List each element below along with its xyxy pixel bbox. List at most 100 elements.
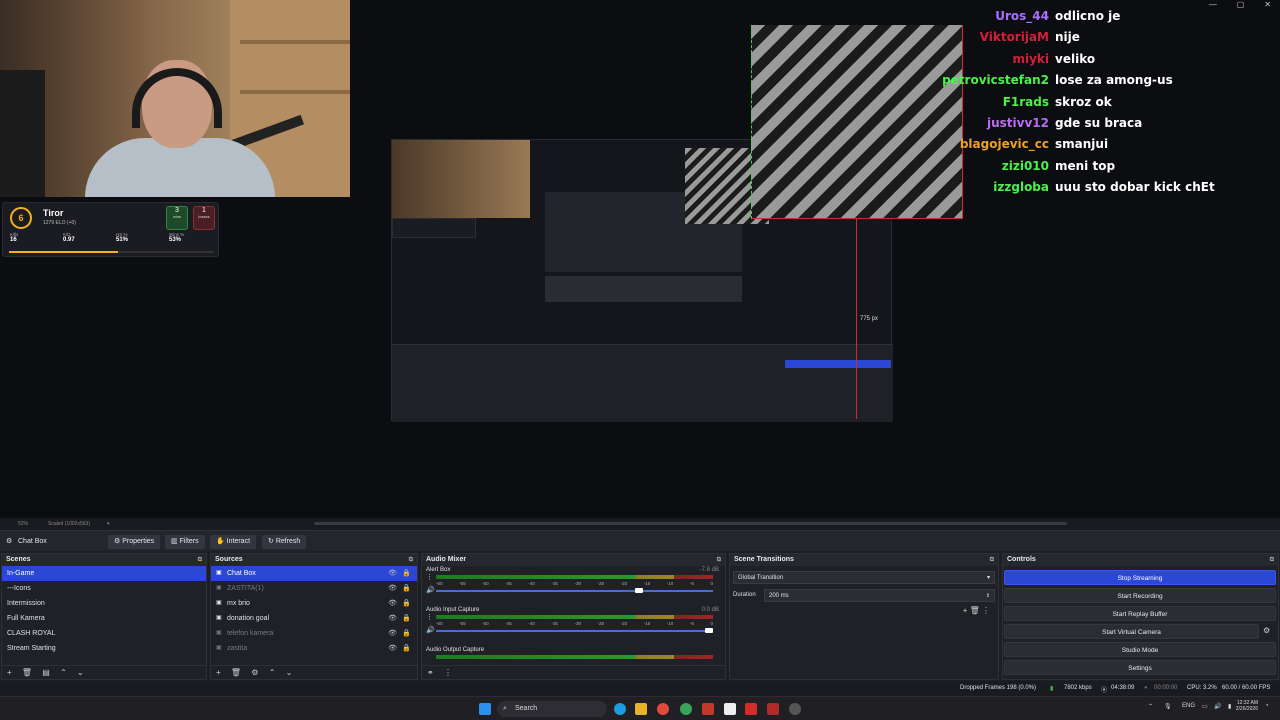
notepad-icon[interactable] bbox=[724, 703, 736, 715]
source-item[interactable]: ▣ telefon kamera 👁 🔒 bbox=[211, 626, 417, 641]
source-item[interactable]: ▣ mx brio 👁 🔒 bbox=[211, 596, 417, 611]
zoom-level[interactable]: 52% bbox=[18, 521, 28, 527]
zoom-dropdown-icon[interactable]: ▾ bbox=[107, 521, 110, 527]
tray-overflow-icon[interactable]: ⌃ bbox=[1148, 703, 1153, 710]
undock-icon[interactable]: ⧉ bbox=[717, 554, 721, 566]
scene-item[interactable]: Stream Starting bbox=[2, 641, 206, 656]
lock-icon[interactable]: 🔒 bbox=[402, 581, 411, 596]
start-replay-buffer-button[interactable]: Start Replay Buffer bbox=[1004, 606, 1276, 621]
volume-slider-handle[interactable] bbox=[705, 628, 713, 633]
settings-button[interactable]: Settings bbox=[1004, 660, 1276, 675]
dropped-frames: Dropped Frames 198 (0.0%) bbox=[960, 685, 1037, 691]
speaker-icon[interactable]: 🔊 bbox=[1214, 703, 1221, 710]
start-recording-button[interactable]: Start Recording bbox=[1004, 588, 1276, 603]
taskbar-search[interactable]: ⌕ Search bbox=[497, 701, 607, 717]
visibility-icon[interactable]: 👁 bbox=[388, 641, 397, 656]
scene-item[interactable]: CLASH ROYAL bbox=[2, 626, 206, 641]
add-source-button[interactable]: + bbox=[216, 668, 221, 677]
network-icon[interactable]: ▭ bbox=[1202, 703, 1208, 710]
lock-icon[interactable]: 🔒 bbox=[402, 596, 411, 611]
volume-slider-handle[interactable] bbox=[635, 588, 644, 593]
undock-icon[interactable]: ⧉ bbox=[198, 554, 202, 566]
battery-icon[interactable]: ▮ bbox=[1228, 703, 1231, 710]
scene-filters-button[interactable]: ▤ bbox=[42, 668, 50, 677]
mixer-menu-icon[interactable]: ⋮ bbox=[444, 668, 452, 677]
lock-icon[interactable]: 🔒 bbox=[402, 611, 411, 626]
mute-icon[interactable]: 🔊 bbox=[426, 626, 435, 634]
source-item[interactable]: ▣ donation goal 👁 🔒 bbox=[211, 611, 417, 626]
scene-item[interactable]: Intermission bbox=[2, 596, 206, 611]
track-menu-icon[interactable]: ⋮ bbox=[426, 613, 433, 621]
close-app-icon[interactable] bbox=[745, 703, 757, 715]
volume-slider[interactable] bbox=[436, 588, 713, 593]
file-explorer-icon[interactable] bbox=[635, 703, 647, 715]
source-item[interactable]: ▣ ZASTITA(1) 👁 🔒 bbox=[211, 581, 417, 596]
scene-item[interactable]: Full Kamera bbox=[2, 611, 206, 626]
lock-icon[interactable]: 🔒 bbox=[402, 626, 411, 641]
move-down-button[interactable]: ⌄ bbox=[77, 668, 84, 677]
windows-start-icon[interactable] bbox=[479, 703, 491, 715]
refresh-button[interactable]: ↻ Refresh bbox=[262, 535, 307, 549]
stop-streaming-button[interactable]: Stop Streaming bbox=[1004, 570, 1276, 585]
chrome-icon[interactable] bbox=[657, 703, 669, 715]
clock[interactable]: 12:32 AM 2/26/2026 bbox=[1232, 700, 1258, 712]
start-virtual-camera-button[interactable]: Start Virtual Camera bbox=[1004, 624, 1259, 639]
mute-icon[interactable]: 🔊 bbox=[426, 586, 435, 594]
move-down-button[interactable]: ⌄ bbox=[286, 668, 293, 677]
edge-icon[interactable] bbox=[614, 703, 626, 715]
source-properties-button[interactable]: ⚙ bbox=[251, 668, 258, 677]
visibility-icon[interactable]: 👁 bbox=[388, 581, 397, 596]
visibility-icon[interactable]: 👁 bbox=[388, 626, 397, 641]
virtual-camera-settings-icon[interactable]: ⚙ bbox=[1263, 626, 1270, 635]
lock-icon[interactable]: 🔒 bbox=[402, 566, 411, 581]
source-item[interactable]: ▣ Chat Box 👁 🔒 bbox=[211, 566, 417, 581]
webcam-source[interactable] bbox=[0, 0, 350, 197]
close-button[interactable]: ✕ bbox=[1261, 0, 1274, 9]
obs-icon[interactable] bbox=[789, 703, 801, 715]
notifications-icon[interactable]: ◔ bbox=[1265, 703, 1269, 709]
language-indicator[interactable]: ENG bbox=[1182, 703, 1195, 709]
transition-select[interactable]: Global Transition ▾ bbox=[733, 571, 995, 584]
source-item[interactable]: ▣ zastita 👁 🔒 bbox=[211, 641, 417, 656]
remove-source-button[interactable]: 🗑 bbox=[231, 668, 241, 677]
preview-horizontal-scrollbar[interactable] bbox=[314, 522, 1067, 525]
undock-icon[interactable]: ⧉ bbox=[409, 554, 413, 566]
meter-scale-tick: -45 bbox=[505, 581, 512, 586]
studio-mode-button[interactable]: Studio Mode bbox=[1004, 642, 1276, 657]
scene-item[interactable]: ---Icons bbox=[2, 581, 206, 596]
visibility-icon[interactable]: 👁 bbox=[388, 566, 397, 581]
volume-slider[interactable] bbox=[436, 628, 713, 633]
add-transition-button[interactable]: + bbox=[963, 606, 970, 615]
visibility-icon[interactable]: 👁 bbox=[388, 611, 397, 626]
undock-icon[interactable]: ⧉ bbox=[1270, 554, 1274, 566]
interact-button[interactable]: ✋ Interact bbox=[210, 535, 257, 549]
preview-canvas[interactable]: — ▢ ✕ 6 Tiror 1279 ELO (+0) 3 wins 1 losse… bbox=[0, 0, 1280, 518]
font-app-icon[interactable] bbox=[767, 703, 779, 715]
undock-icon[interactable]: ⧉ bbox=[990, 554, 994, 566]
stepper-icon[interactable]: ⇕ bbox=[986, 590, 990, 603]
stream-icon: ⦿ bbox=[1101, 688, 1108, 694]
transition-menu-icon[interactable]: ⋮ bbox=[982, 606, 990, 615]
remove-scene-button[interactable]: 🗑 bbox=[22, 668, 32, 677]
mic-icon[interactable]: 🎙 bbox=[1164, 703, 1172, 710]
app-icon-2[interactable] bbox=[702, 703, 714, 715]
scene-item[interactable]: In-Game bbox=[2, 566, 206, 581]
duration-field[interactable]: 200 ms ⇕ bbox=[764, 589, 995, 602]
refresh-icon: ↻ bbox=[268, 538, 276, 545]
visibility-icon[interactable]: 👁 bbox=[388, 596, 397, 611]
add-scene-button[interactable]: + bbox=[7, 668, 12, 677]
meter-scale: -60 -55 -50 -45 -40 -35 -30 -25 -20 -15 -10 -5 0 bbox=[436, 581, 713, 586]
filters-button[interactable]: ▥ Filters bbox=[165, 535, 205, 549]
app-icon[interactable] bbox=[680, 703, 692, 715]
transitions-header: Scene Transitions ⧉ bbox=[730, 554, 998, 566]
chat-text: nije bbox=[1055, 30, 1080, 45]
track-menu-icon[interactable]: ⋮ bbox=[426, 573, 433, 581]
faceit-wins: 3 wins bbox=[166, 206, 188, 230]
move-up-button[interactable]: ⌃ bbox=[269, 668, 276, 677]
mixer-link-icon[interactable]: ⚭ bbox=[427, 668, 434, 677]
properties-button[interactable]: ⚙ Properties bbox=[108, 535, 161, 549]
remove-transition-button[interactable]: 🗑 bbox=[970, 606, 982, 615]
move-up-button[interactable]: ⌃ bbox=[60, 668, 67, 677]
maximize-button[interactable]: ▢ bbox=[1234, 0, 1248, 9]
lock-icon[interactable]: 🔒 bbox=[402, 641, 411, 656]
